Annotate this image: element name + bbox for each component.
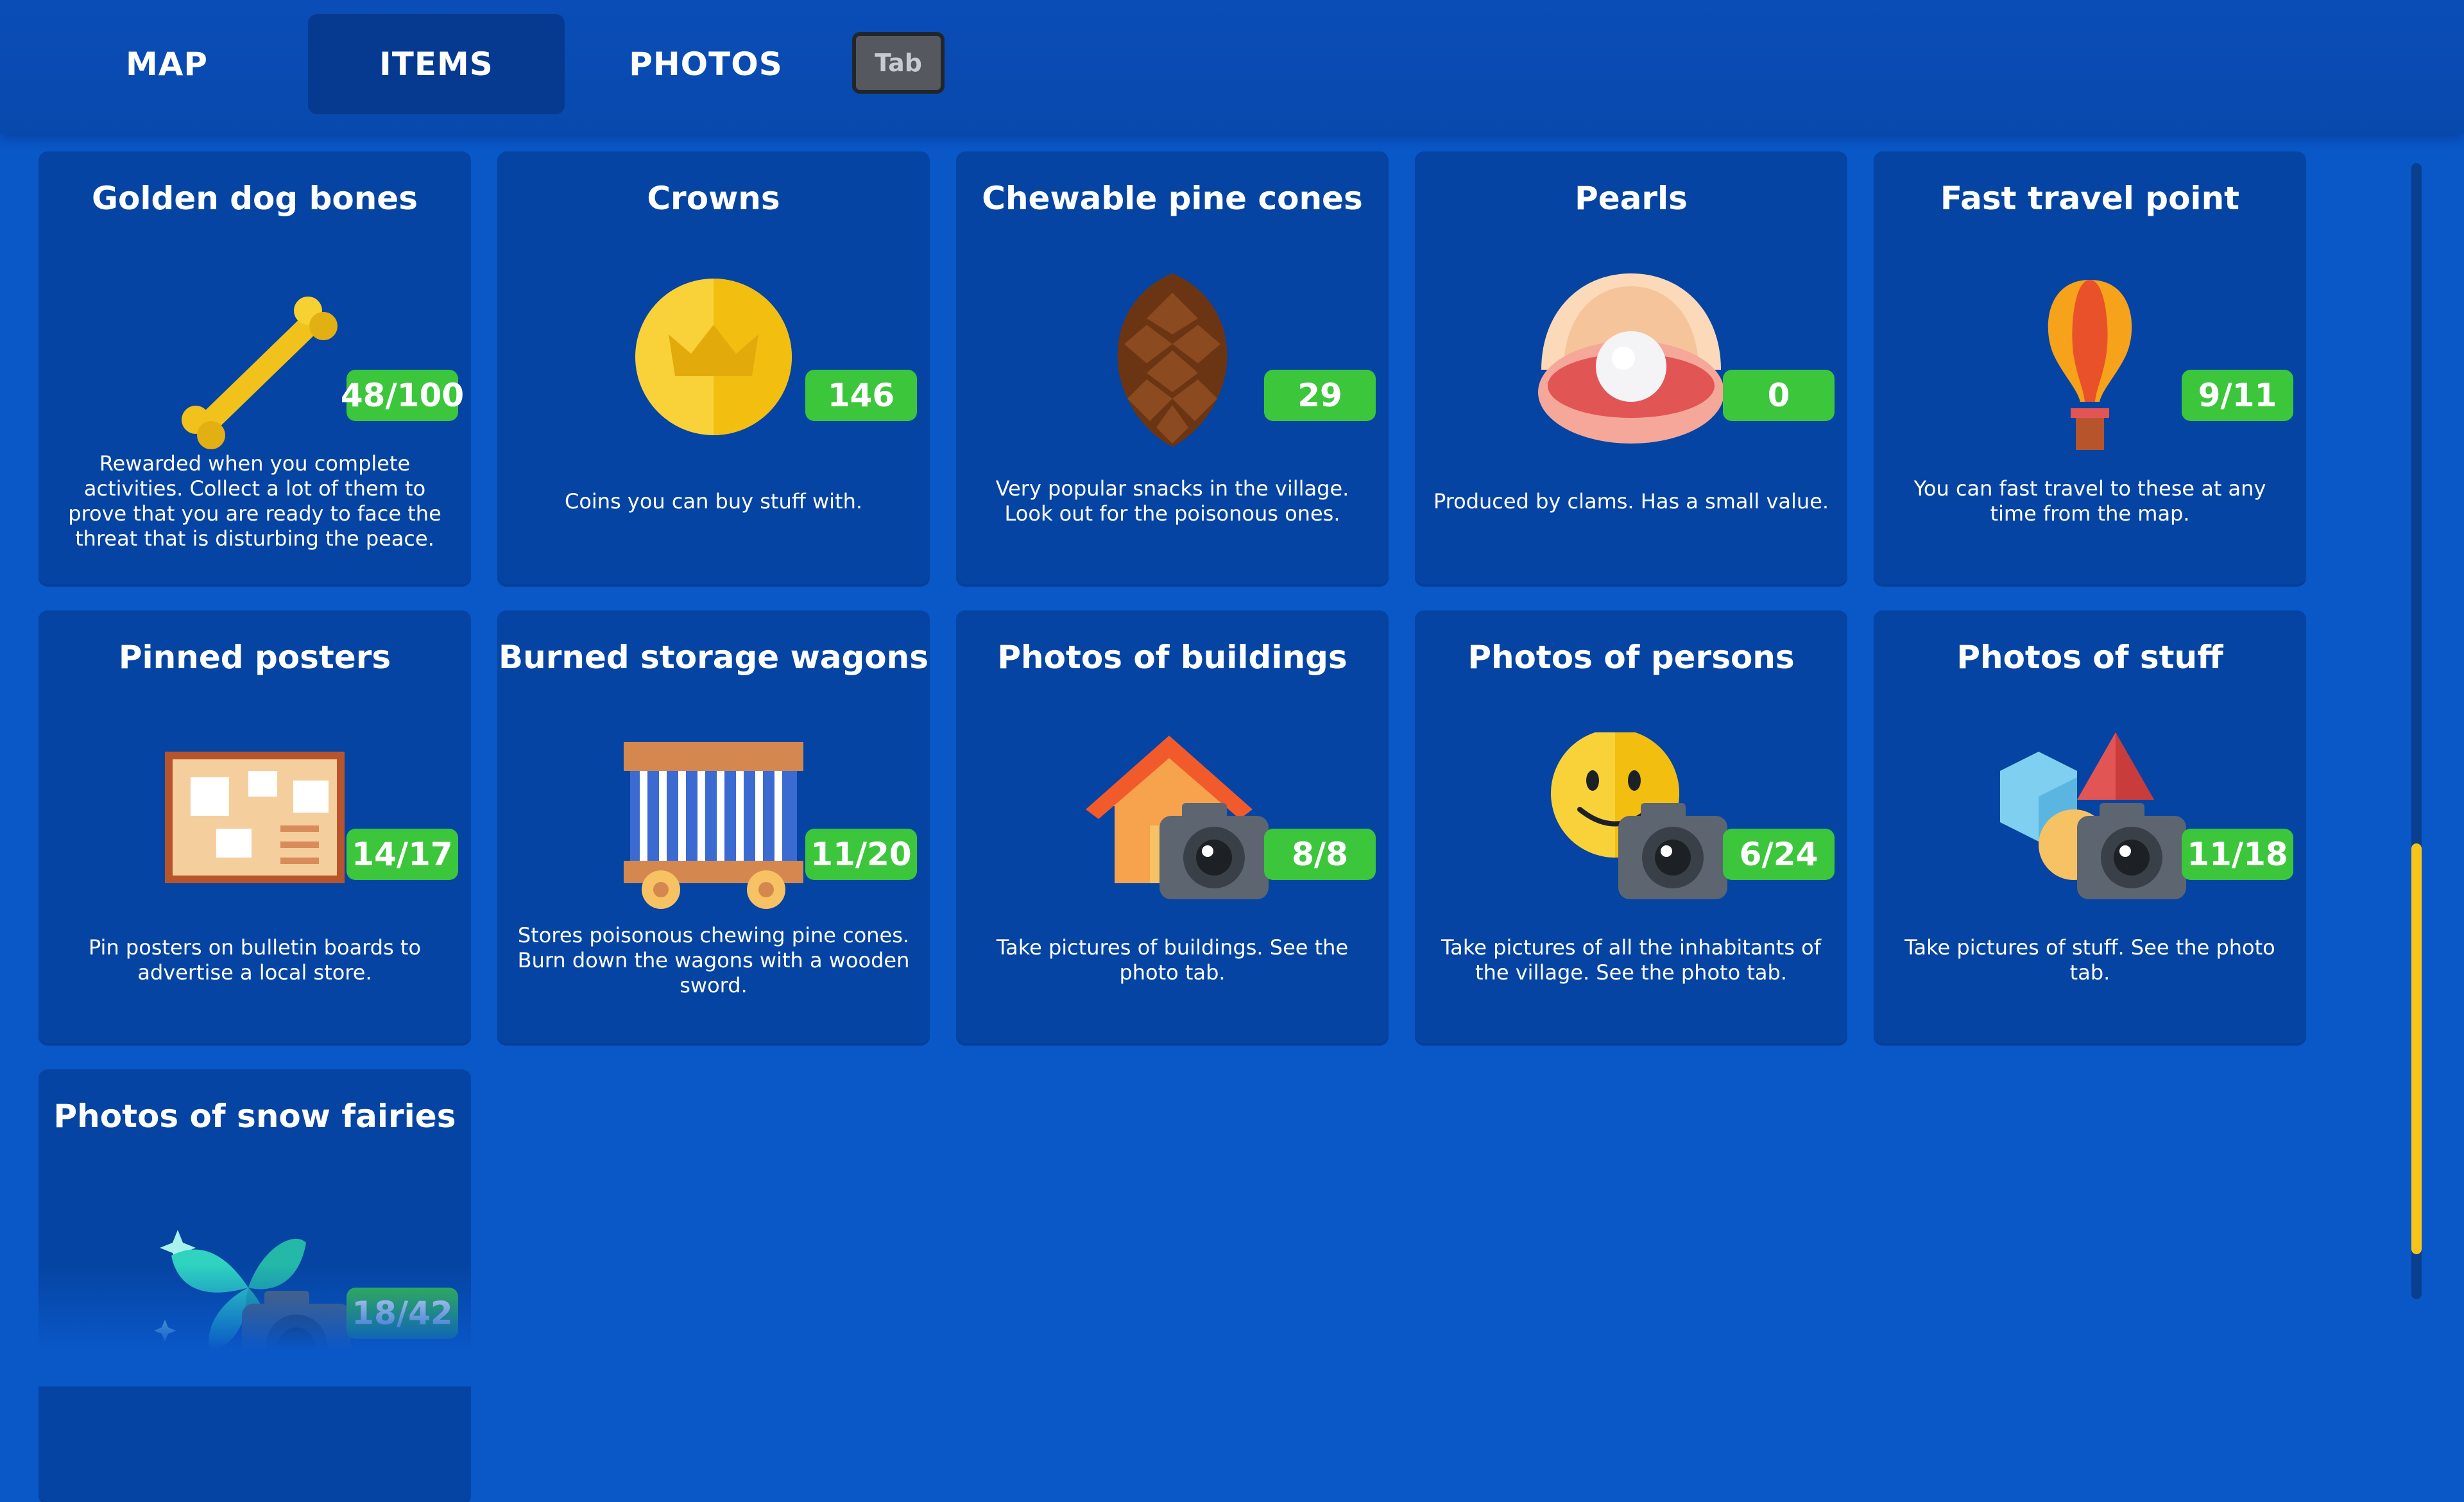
item-title: Photos of stuff xyxy=(1956,639,2223,676)
bone-icon xyxy=(126,273,383,460)
tab-items[interactable]: ITEMS xyxy=(308,14,565,114)
item-title: Golden dog bones xyxy=(92,180,418,217)
item-title: Burned storage wagons xyxy=(498,639,929,676)
hot-air-balloon-icon xyxy=(1962,273,2218,460)
item-description: Rewarded when you complete activities. C… xyxy=(68,451,441,551)
tab-photos[interactable]: PHOTOS xyxy=(571,14,841,114)
item-count-badge: 29 xyxy=(1264,370,1376,421)
item-description: Take pictures of buildings. See the phot… xyxy=(996,935,1349,985)
item-count-badge: 8/8 xyxy=(1264,829,1376,880)
item-card-golden-dog-bones[interactable]: Golden dog bones 48/100 Rewarded when yo… xyxy=(38,151,471,584)
item-title: Photos of persons xyxy=(1467,639,1795,676)
item-card-burned-storage-wagons[interactable]: Burned storage wagons 11/20 Stores poiso… xyxy=(497,610,930,1043)
item-description: Take pictures of all the inhabitants of … xyxy=(1441,935,1821,985)
item-card-pearls[interactable]: Pearls 0 Produced by clams. Has a small … xyxy=(1415,151,1847,584)
item-count-badge: 146 xyxy=(805,370,917,421)
item-count-badge: 6/24 xyxy=(1723,829,1835,880)
item-count-badge: 11/18 xyxy=(2182,829,2293,880)
smiley-camera-icon xyxy=(1503,732,1759,919)
item-card-photos-of-stuff[interactable]: Photos of stuff 11/18 Take pictures of s… xyxy=(1874,610,2306,1043)
item-description: Very popular snacks in the village. Look… xyxy=(995,476,1349,526)
item-description: Coins you can buy stuff with. xyxy=(564,488,863,514)
item-title: Photos of buildings xyxy=(997,639,1348,676)
item-card-photos-of-snow-fairies[interactable]: Photos of snow fairies 18/42 xyxy=(38,1069,471,1502)
item-title: Photos of snow fairies xyxy=(53,1098,456,1135)
house-camera-icon xyxy=(1044,732,1301,919)
item-card-crowns[interactable]: Crowns 146 Coins you can buy stuff with. xyxy=(497,151,930,584)
item-count-badge: 9/11 xyxy=(2182,370,2293,421)
item-count-badge: 48/100 xyxy=(341,370,464,421)
item-description: Pin posters on bulletin boards to advert… xyxy=(88,935,422,985)
bulletin-board-icon xyxy=(126,732,383,919)
item-title: Fast travel point xyxy=(1940,180,2240,217)
item-card-pinned-posters[interactable]: Pinned posters 14/17 Pin posters on bull… xyxy=(38,610,471,1043)
item-title: Pearls xyxy=(1575,180,1688,217)
item-title: Pinned posters xyxy=(118,639,391,676)
fairy-camera-icon xyxy=(126,1191,383,1377)
item-card-chewable-pine-cones[interactable]: Chewable pine cones 29 Very popular snac… xyxy=(956,151,1389,584)
item-card-photos-of-buildings[interactable]: Photos of buildings 8/8 Take pictures of… xyxy=(956,610,1389,1043)
shapes-camera-icon xyxy=(1962,732,2218,919)
pearl-clam-icon xyxy=(1503,273,1759,460)
items-grid: Golden dog bones 48/100 Rewarded when yo… xyxy=(0,0,2374,1502)
item-description: Take pictures of stuff. See the photo ta… xyxy=(1904,935,2275,985)
item-count-badge: 11/20 xyxy=(805,829,917,880)
item-count-badge: 14/17 xyxy=(346,829,458,880)
item-description: Produced by clams. Has a small value. xyxy=(1433,488,1829,514)
item-description: Stores poisonous chewing pine cones. Bur… xyxy=(517,922,910,997)
item-description: You can fast travel to these at any time… xyxy=(1913,476,2266,526)
item-count-badge: 0 xyxy=(1723,370,1835,421)
item-card-fast-travel-point[interactable]: Fast travel point 9/11 You can fast trav… xyxy=(1874,151,2306,584)
item-count-badge: 18/42 xyxy=(346,1288,458,1339)
tab-key-hint: Tab xyxy=(852,32,945,94)
scrollbar-track[interactable] xyxy=(2411,163,2422,1299)
tab-map[interactable]: MAP xyxy=(32,14,302,114)
item-title: Crowns xyxy=(647,180,780,217)
item-title: Chewable pine cones xyxy=(982,180,1363,217)
item-card-photos-of-persons[interactable]: Photos of persons 6/24 Take pictures of … xyxy=(1415,610,1847,1043)
top-nav-bar: MAP ITEMS PHOTOS Tab xyxy=(0,0,2464,134)
wagon-icon xyxy=(585,732,842,919)
crown-coin-icon xyxy=(585,273,842,460)
scrollbar-thumb[interactable] xyxy=(2411,843,2422,1254)
pine-cone-icon xyxy=(1044,273,1301,460)
